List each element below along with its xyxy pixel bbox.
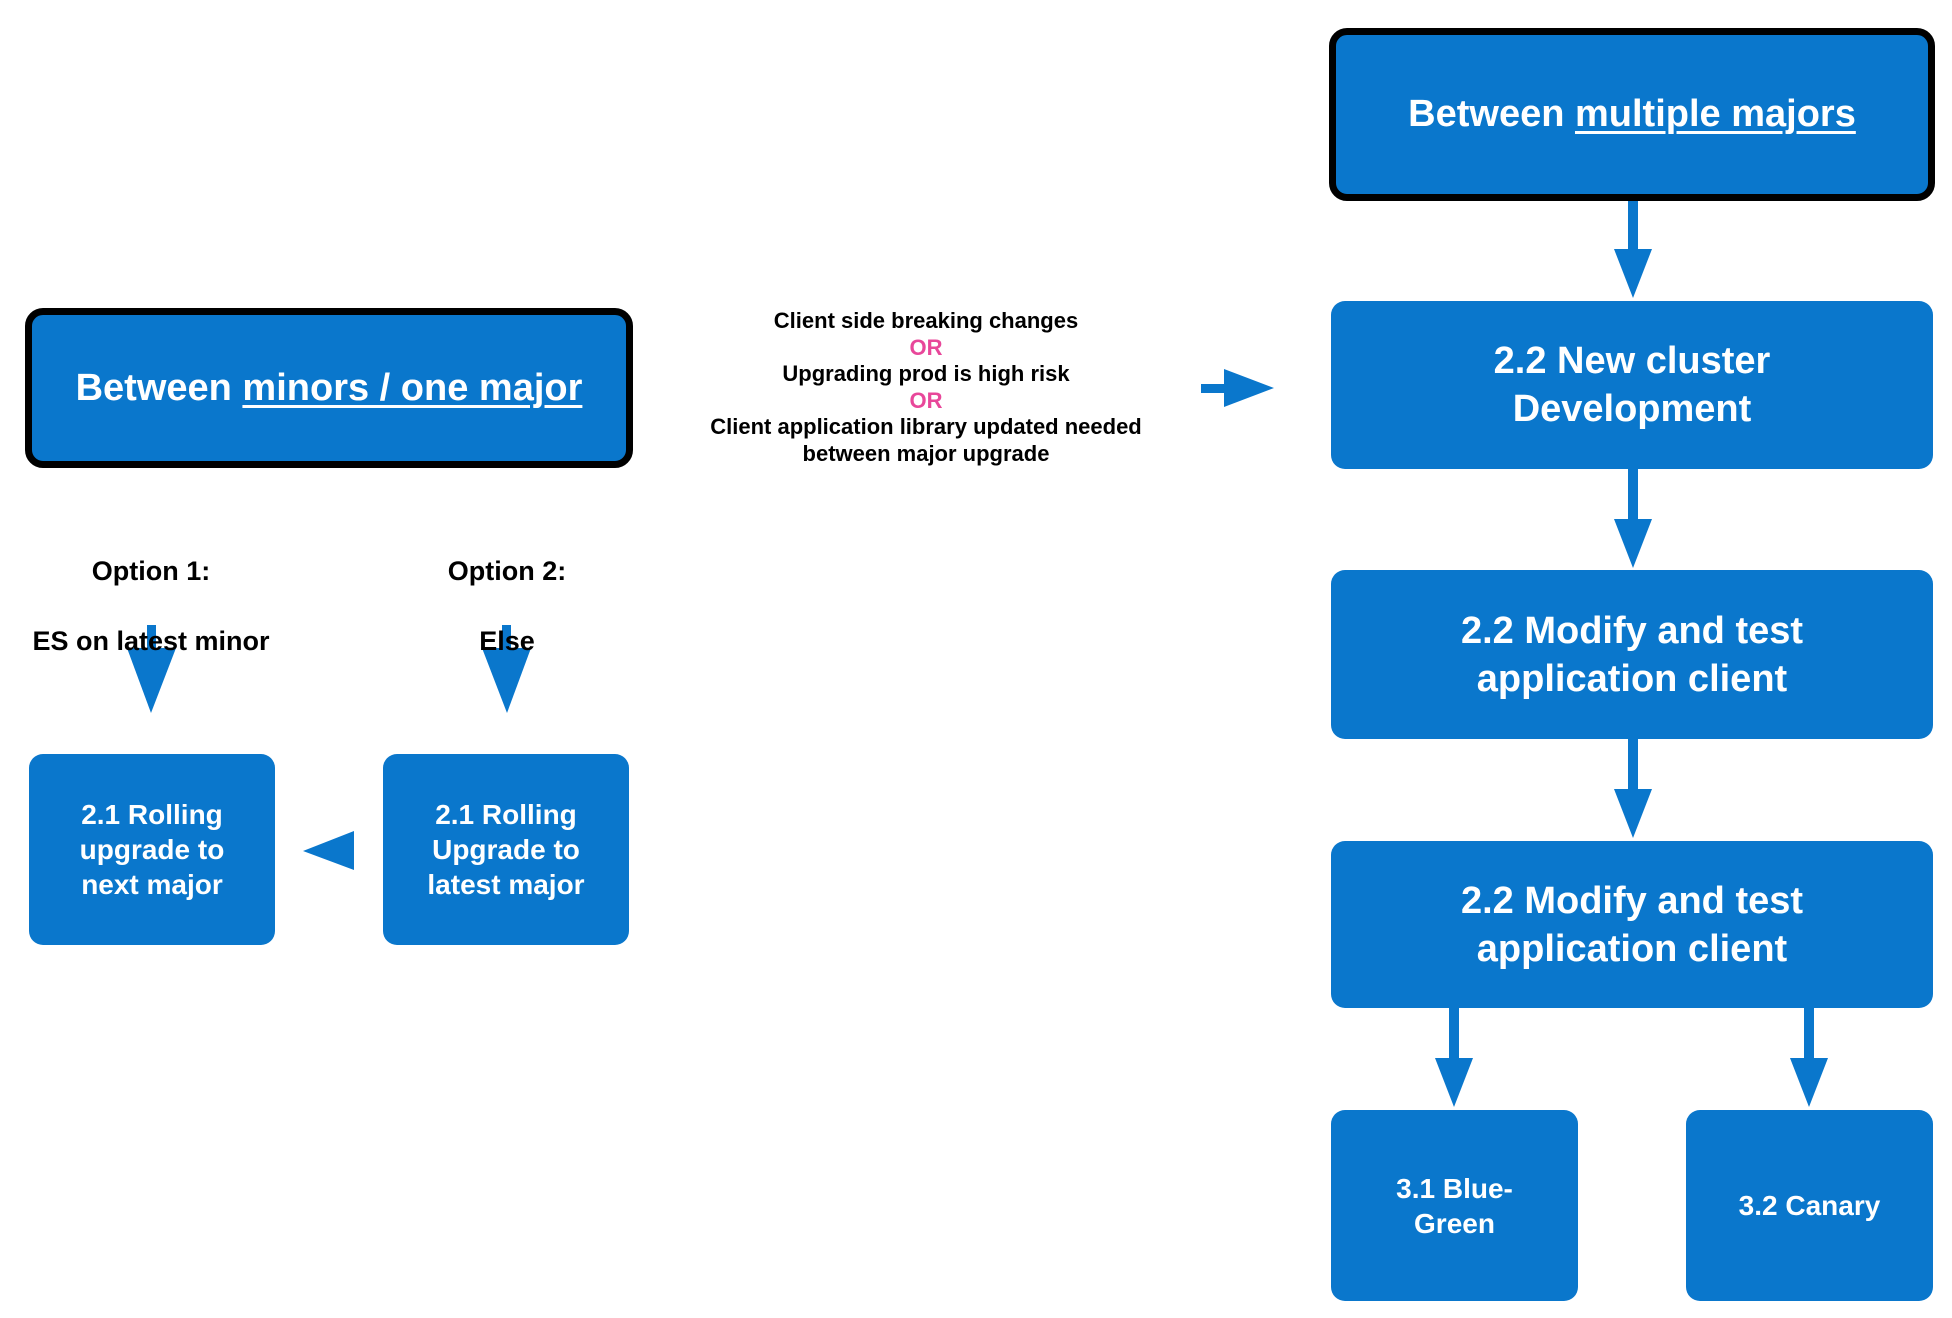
option-2-title: Option 2: bbox=[447, 556, 567, 586]
step-modify-test-client-2-label: 2.2 Modify and test application client bbox=[1460, 879, 1804, 970]
step-modify-test-client-2: 2.2 Modify and test application client bbox=[1331, 841, 1933, 1008]
arrow-down-modify-1-to-modify-2 bbox=[1614, 739, 1652, 838]
option-2-subtitle: Else bbox=[479, 626, 535, 656]
or-separator-1: OR bbox=[909, 334, 943, 360]
arrow-right-conditions-to-new-cluster bbox=[1201, 369, 1274, 407]
box-rolling-upgrade-next-major-label: 2.1 Rolling upgrade to next major bbox=[79, 799, 225, 900]
option-1-label: Option 1: ES on latest minor bbox=[0, 519, 311, 694]
box-rolling-upgrade-latest-major-label: 2.1 Rolling Upgrade to latest major bbox=[427, 799, 585, 900]
header-label: Between minors / one major bbox=[76, 367, 583, 410]
header-prefix: Between bbox=[75, 366, 243, 409]
or-separator-2: OR bbox=[909, 387, 943, 413]
step-modify-test-client-1: 2.2 Modify and test application client bbox=[1331, 570, 1933, 739]
condition-client-library-update-line1: Client application library updated neede… bbox=[710, 414, 1142, 439]
header-between-multiple-majors: Between multiple majors bbox=[1329, 28, 1935, 201]
arrow-down-new-cluster-to-modify-1 bbox=[1614, 469, 1652, 568]
option-1-subtitle: ES on latest minor bbox=[32, 626, 270, 656]
arrow-left-latest-to-next bbox=[303, 831, 354, 870]
box-rolling-upgrade-next-major: 2.1 Rolling upgrade to next major bbox=[29, 754, 275, 945]
arrow-down-to-canary bbox=[1790, 1008, 1828, 1107]
box-blue-green-label: 3.1 Blue- Green bbox=[1396, 1172, 1513, 1239]
box-rolling-upgrade-latest-major: 2.1 Rolling Upgrade to latest major bbox=[383, 754, 629, 945]
condition-prod-high-risk: Upgrading prod is high risk bbox=[782, 361, 1070, 386]
box-canary-label: 3.2 Canary bbox=[1738, 1190, 1881, 1221]
box-blue-green: 3.1 Blue- Green bbox=[1331, 1110, 1578, 1301]
condition-client-library-update-line2: between major upgrade bbox=[802, 440, 1050, 466]
arrow-down-to-blue-green bbox=[1435, 1008, 1473, 1107]
header-underlined: multiple majors bbox=[1574, 93, 1856, 135]
header-prefix: Between bbox=[1408, 93, 1575, 135]
box-canary: 3.2 Canary bbox=[1686, 1110, 1933, 1301]
arrow-down-header-to-new-cluster bbox=[1614, 201, 1652, 298]
step-modify-test-client-1-label: 2.2 Modify and test application client bbox=[1460, 609, 1804, 700]
step-new-cluster-development: 2.2 New cluster Development bbox=[1331, 301, 1933, 469]
header-between-minors-one-major: Between minors / one major bbox=[25, 308, 633, 468]
header-label: Between multiple majors bbox=[1408, 93, 1856, 136]
step-new-cluster-development-label: 2.2 New cluster Development bbox=[1493, 340, 1771, 430]
header-underlined: minors / one major bbox=[242, 366, 583, 409]
conditions-text: Client side breaking changes OR Upgradin… bbox=[676, 308, 1176, 467]
condition-client-breaking-changes: Client side breaking changes bbox=[773, 308, 1079, 333]
option-1-title: Option 1: bbox=[91, 556, 211, 586]
option-2-label: Option 2: Else bbox=[347, 519, 667, 694]
